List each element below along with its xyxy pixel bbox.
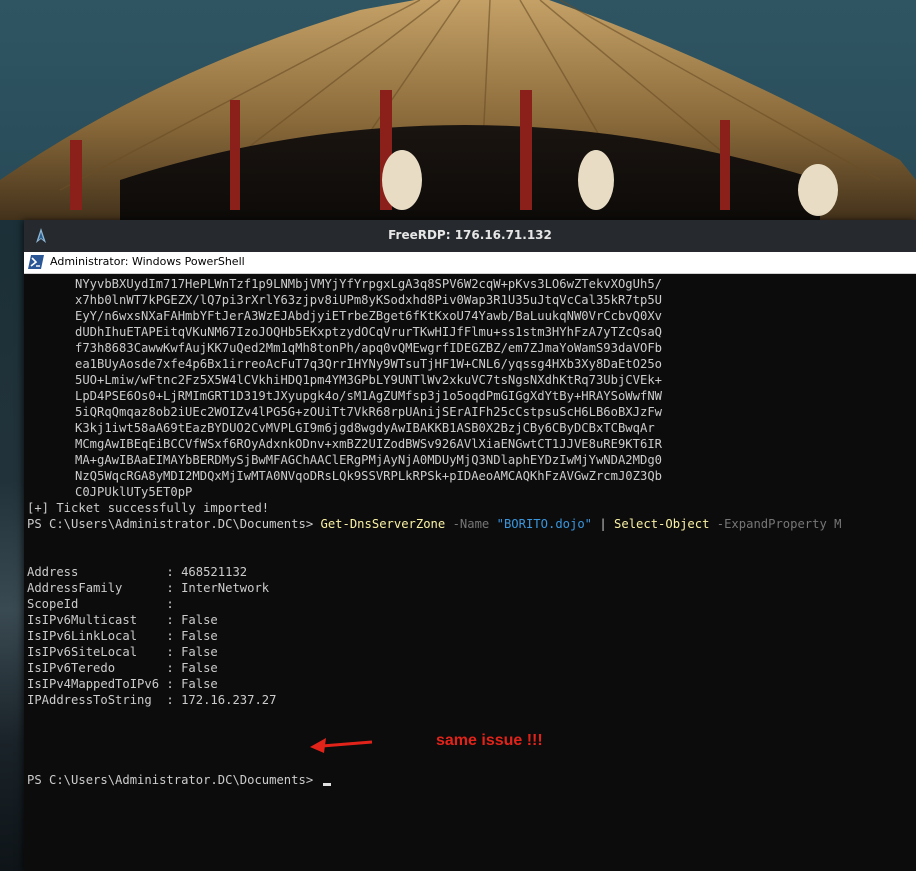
- ticket-line: C0JPUklUTy5ET0pP: [75, 485, 193, 499]
- powershell-console[interactable]: NYyvbBXUydIm717HePLWnTzf1p9LNMbjVMYjYfYr…: [24, 274, 916, 871]
- prompt: PS C:\Users\Administrator.DC\Documents>: [27, 517, 321, 531]
- ticket-line: LpD4PSE6Os0+LjRMImGRT1D319tJXyupgk4o/sM1…: [75, 389, 662, 403]
- freerdp-window: FreeRDP: 176.16.71.132 Administrator: Wi…: [24, 220, 916, 871]
- output-line: IsIPv6SiteLocal : False: [27, 645, 218, 659]
- ticket-line: ea1BUyAosde7xfe4p6Bx1irreoAcFuT7q3QrrIHY…: [75, 357, 662, 371]
- output-line: IsIPv6Multicast : False: [27, 613, 218, 627]
- text-cursor: [322, 783, 331, 786]
- ticket-line: f73h8683CawwKwfAujKK7uQed2Mm1qMh8tonPh/a…: [75, 341, 662, 355]
- ticket-line: EyY/n6wxsNXaFAHmbYFtJerA3WzEJAbdjyiETrbe…: [75, 309, 662, 323]
- powershell-titlebar[interactable]: Administrator: Windows PowerShell: [24, 252, 916, 274]
- output-line: IsIPv4MappedToIPv6 : False: [27, 677, 218, 691]
- ticket-line: x7hb0lnWT7kPGEZX/lQ7pi3rXrlY63zjpv8iUPm8…: [75, 293, 662, 307]
- output-line: Address : 468521132: [27, 565, 248, 579]
- output-line: IsIPv6LinkLocal : False: [27, 629, 218, 643]
- ticket-line: 5iQRqQmqaz8ob2iUEc2WOIZv4lPG5G+zOUiTt7Vk…: [75, 405, 662, 419]
- ticket-line: MCmgAwIBEqEiBCCVfWSxf6ROyAdxnkODnv+xmBZ2…: [75, 437, 662, 451]
- ticket-line: NYyvbBXUydIm717HePLWnTzf1p9LNMbjVMYjYfYr…: [75, 277, 662, 291]
- pipe-operator: |: [592, 517, 615, 531]
- freerdp-titlebar[interactable]: FreeRDP: 176.16.71.132: [24, 220, 916, 253]
- ticket-line: NzQ5WqcRGA8yMDI2MDQxMjIwMTA0NVqoDRsLQk9S…: [75, 469, 662, 483]
- annotation-note: same issue !!!: [436, 732, 543, 749]
- output-line: AddressFamily : InterNetwork: [27, 581, 270, 595]
- powershell-window-title: Administrator: Windows PowerShell: [50, 255, 245, 268]
- import-status-message: [+] Ticket successfully imported!: [27, 501, 270, 515]
- red-arrow-annotation: [310, 738, 373, 753]
- ticket-line: MA+gAwIBAaEIMAYbBERDMySjBwMFAGChAAClERgP…: [75, 453, 662, 467]
- wallpaper-straw-hat-art: [0, 0, 916, 230]
- ticket-line: 5UO+Lmiw/wFtnc2Fz5X5W4lCVkhiHDQ1pm4YM3GP…: [75, 373, 662, 387]
- output-line-ip-address: IPAddressToString : 172.16.237.27: [27, 693, 277, 707]
- command-line: PS C:\Users\Administrator.DC\Documents> …: [27, 516, 842, 532]
- cmdlet-name-2: Select-Object: [614, 517, 710, 531]
- parameter-value: "BORITO.dojo": [496, 517, 593, 531]
- output-line: IsIPv6Teredo : False: [27, 661, 218, 675]
- final-prompt-line[interactable]: PS C:\Users\Administrator.DC\Documents>: [27, 772, 842, 788]
- parameter-name-2: -ExpandProperty M: [709, 517, 842, 531]
- ticket-line: dUDhIhuETAPEitqVKuNM67IzoJOQHb5EKxptzydO…: [75, 325, 662, 339]
- cmdlet-name: Get-DnsServerZone: [320, 517, 446, 531]
- powershell-icon: [28, 255, 44, 269]
- output-line: ScopeId :: [27, 597, 174, 611]
- ticket-line: K3kj1iwt58aA69tEazBYDUO2CvMVPLGI9m6jgd8w…: [75, 421, 655, 435]
- parameter-name: -Name: [445, 517, 497, 531]
- prompt: PS C:\Users\Administrator.DC\Documents>: [27, 773, 321, 787]
- freerdp-window-title: FreeRDP: 176.16.71.132: [388, 228, 552, 242]
